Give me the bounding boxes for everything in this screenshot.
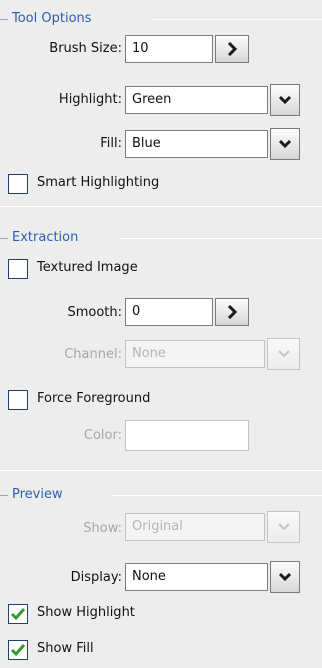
show-dropdown-button[interactable] [267, 511, 300, 543]
chevron-down-icon [277, 523, 290, 531]
display-dropdown-button[interactable] [270, 561, 300, 593]
force-foreground-label: Force Foreground [37, 391, 151, 406]
display-label: Display: [70, 570, 122, 585]
checkmark-icon [10, 644, 26, 657]
smooth-slider-button[interactable] [215, 298, 249, 326]
textured-image-label: Textured Image [37, 260, 138, 275]
show-highlight-checkbox[interactable] [8, 604, 28, 624]
group-header-rule [112, 495, 322, 496]
smooth-input[interactable]: 0 [125, 298, 213, 326]
group-header-rule [152, 19, 322, 20]
section-divider [0, 470, 322, 471]
fill-dropdown-button[interactable] [270, 128, 300, 160]
show-fill-checkbox[interactable] [8, 640, 28, 660]
group-title-preview: Preview [8, 487, 67, 503]
color-label: Color: [83, 428, 122, 443]
highlight-dropdown-button[interactable] [270, 84, 300, 116]
show-select[interactable]: Original [125, 513, 265, 541]
channel-dropdown-button[interactable] [267, 338, 300, 370]
smart-highlighting-label: Smart Highlighting [37, 175, 160, 190]
brush-size-label: Brush Size: [49, 41, 122, 56]
extract-tool-options-panel: Tool Options Brush Size: 10 Highlight: G… [0, 0, 322, 668]
section-divider [0, 206, 322, 207]
fill-select[interactable]: Blue [125, 130, 268, 158]
group-title-tool-options: Tool Options [8, 11, 96, 27]
channel-select[interactable]: None [125, 340, 265, 368]
highlight-label: Highlight: [58, 92, 122, 107]
channel-label: Channel: [64, 347, 122, 362]
checkmark-icon [10, 608, 26, 621]
show-fill-label: Show Fill [37, 641, 94, 656]
fill-label: Fill: [100, 136, 122, 151]
smooth-label: Smooth: [67, 305, 122, 320]
brush-size-slider-button[interactable] [215, 35, 249, 63]
chevron-down-icon [277, 350, 290, 358]
show-label: Show: [83, 521, 122, 536]
chevron-down-icon [278, 572, 292, 582]
group-header-rule [120, 238, 322, 239]
group-header-dash [0, 238, 8, 239]
display-select[interactable]: None [125, 563, 268, 591]
group-title-extraction: Extraction [8, 230, 83, 246]
color-swatch[interactable] [125, 420, 249, 451]
group-header-dash [0, 495, 8, 496]
group-header-dash [0, 19, 8, 20]
chevron-down-icon [278, 139, 292, 149]
brush-size-input[interactable]: 10 [125, 35, 213, 63]
chevron-down-icon [278, 95, 292, 105]
arrow-right-icon [227, 305, 238, 319]
smart-highlighting-checkbox[interactable] [8, 174, 28, 194]
highlight-select[interactable]: Green [125, 86, 268, 114]
force-foreground-checkbox[interactable] [8, 390, 28, 410]
arrow-right-icon [227, 42, 238, 56]
show-highlight-label: Show Highlight [37, 605, 135, 620]
textured-image-checkbox[interactable] [8, 259, 28, 279]
